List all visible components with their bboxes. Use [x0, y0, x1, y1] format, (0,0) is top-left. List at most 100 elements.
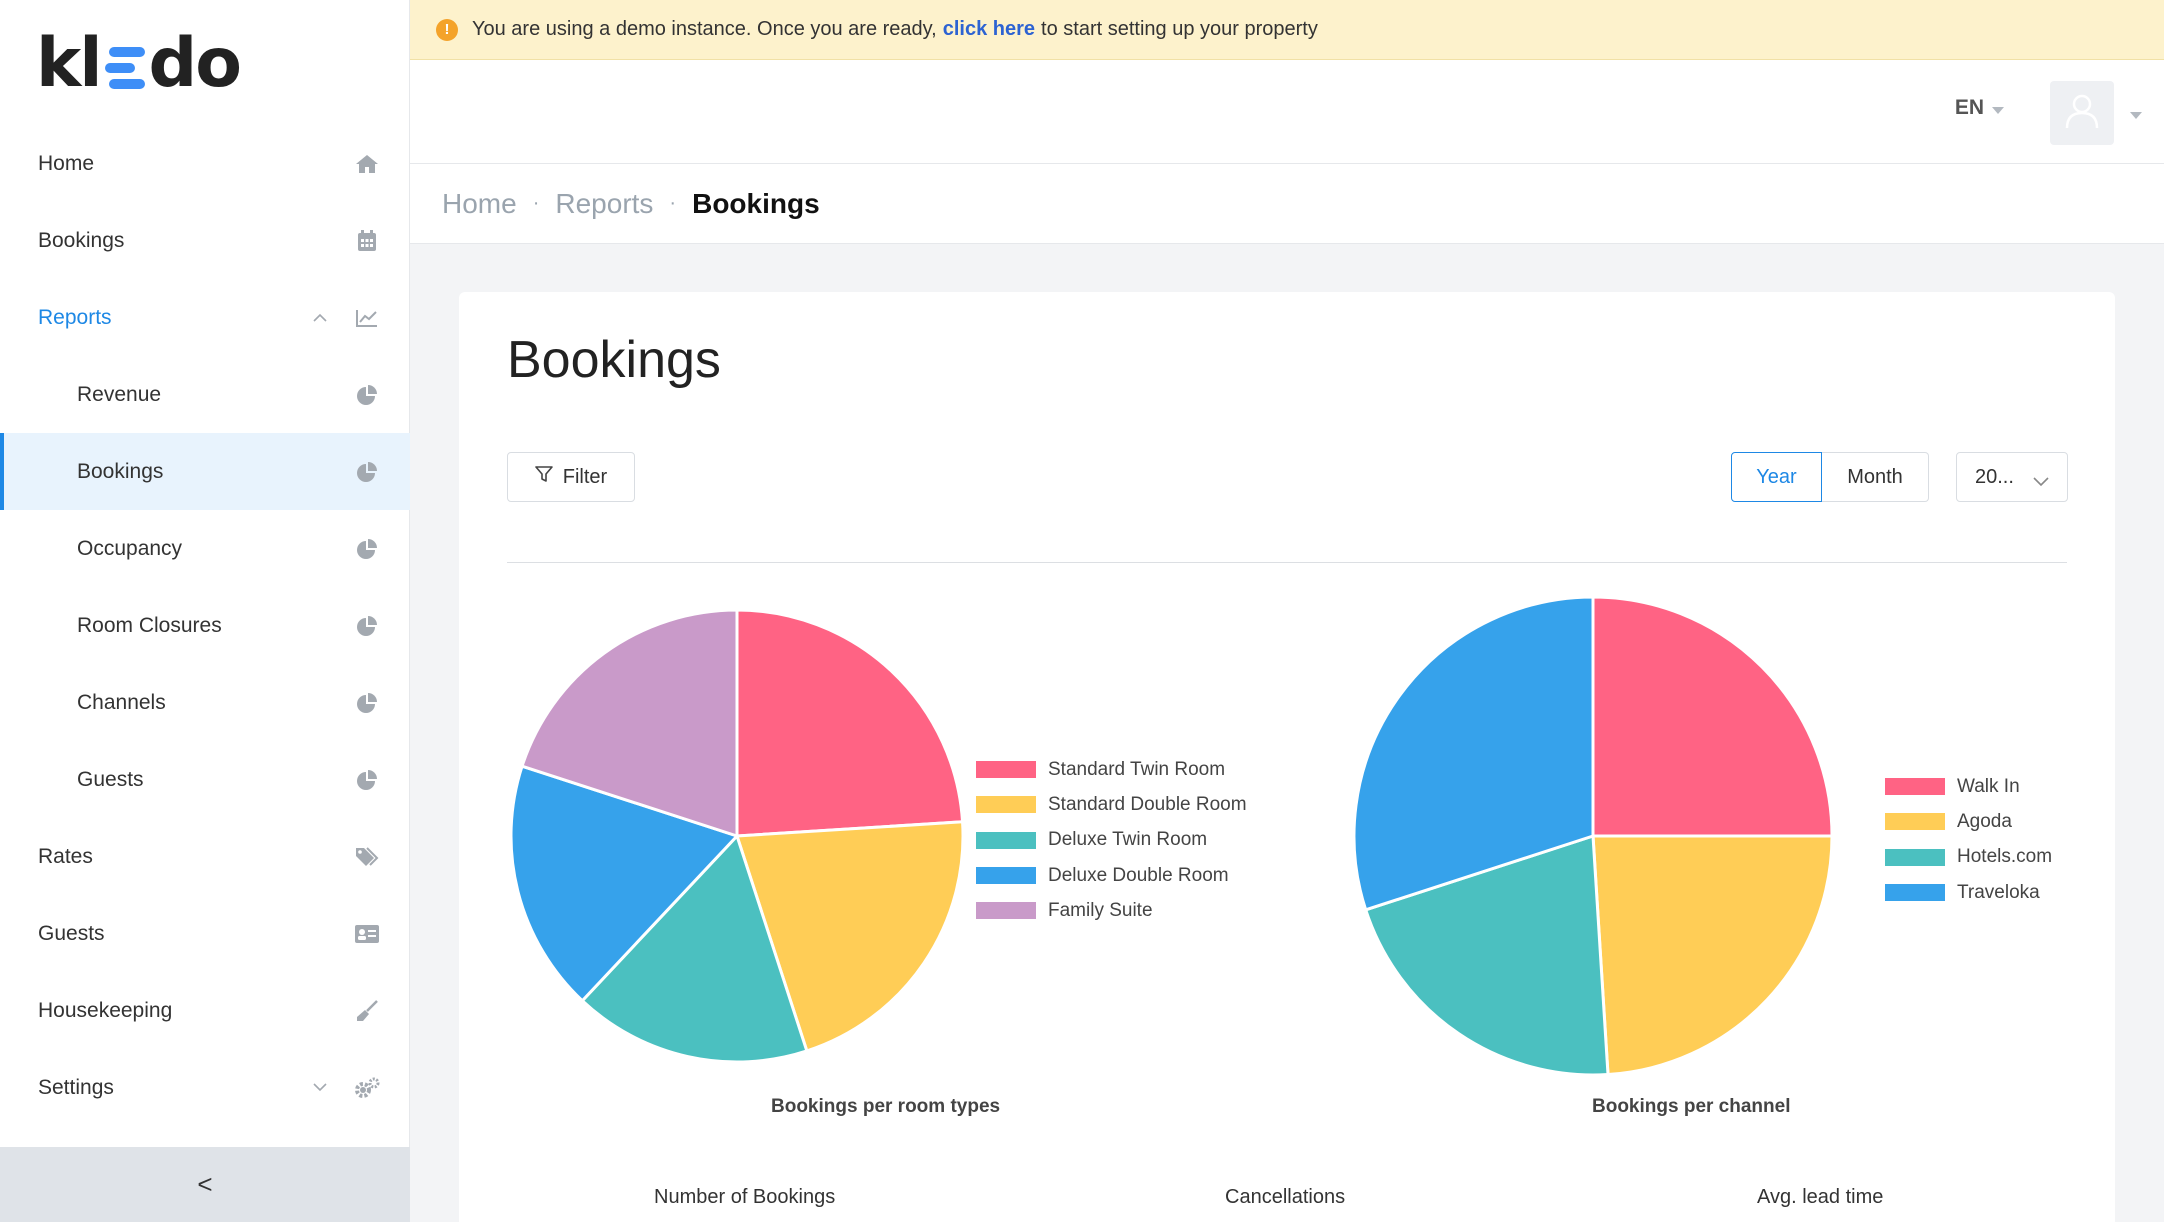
legend-swatch	[976, 796, 1036, 814]
legend-label: Walk In	[1957, 775, 2020, 797]
sidebar-item-label: Guests	[77, 767, 144, 791]
pie-slice-standard-twin-room[interactable]	[735, 608, 965, 838]
legend-label: Standard Double Room	[1048, 793, 1247, 815]
cancellations-label: Cancellations	[1225, 1186, 1346, 1208]
legend-item[interactable]: Walk In	[1885, 769, 2052, 804]
legend-item[interactable]: Deluxe Double Room	[976, 858, 1247, 893]
sidebar-item-channels[interactable]: Channels	[0, 664, 410, 741]
legend-item[interactable]: Traveloka	[1885, 875, 2052, 910]
legend-swatch	[1885, 884, 1945, 902]
kledo-logo[interactable]: kl do	[36, 24, 242, 103]
sidebar-item-label: Home	[38, 151, 95, 175]
sidebar-item-label: Reports	[38, 305, 112, 329]
year-select-value: 20...	[1975, 465, 2014, 488]
chevron-left-icon: <	[197, 1169, 213, 1199]
year-select[interactable]: 20...	[1956, 452, 2068, 502]
caret-down-icon[interactable]	[2130, 106, 2142, 124]
user-icon	[2065, 93, 2099, 134]
pie-chart-icon	[354, 459, 380, 485]
sidebar-item-guests-report[interactable]: Guests	[0, 741, 410, 818]
legend-swatch	[976, 761, 1036, 779]
filter-label: Filter	[562, 465, 608, 488]
legend-item[interactable]: Hotels.com	[1885, 840, 2052, 875]
sidebar-item-occupancy[interactable]: Occupancy	[0, 510, 410, 587]
caret-down-icon	[1992, 96, 2004, 120]
breadcrumb-home[interactable]: Home	[442, 188, 517, 220]
period-year-button[interactable]: Year	[1731, 452, 1822, 502]
broom-icon	[354, 998, 380, 1024]
sidebar-item-label: Occupancy	[77, 536, 183, 560]
user-avatar[interactable]	[2050, 81, 2114, 145]
period-month-button[interactable]: Month	[1822, 452, 1929, 502]
legend-label: Hotels.com	[1957, 846, 2053, 868]
sidebar-item-label: Revenue	[77, 382, 162, 406]
warning-icon: !	[436, 18, 458, 41]
sidebar-item-label: Channels	[77, 690, 166, 714]
legend-label: Agoda	[1957, 810, 2012, 832]
legend-swatch	[1885, 778, 1945, 796]
pie-chart-icon	[354, 382, 380, 408]
breadcrumb-reports[interactable]: Reports	[555, 188, 653, 220]
banner-text-before: You are using a demo instance. Once you …	[472, 18, 937, 40]
pie-slice-walk-in[interactable]	[1591, 595, 1834, 838]
legend-item[interactable]: Standard Double Room	[976, 787, 1247, 822]
room-types-chart-title: Bookings per room types	[771, 1096, 1001, 1117]
sidebar-collapse-button[interactable]: <	[0, 1147, 410, 1222]
pie-chart-icon	[354, 690, 380, 716]
sidebar-item-label: Housekeeping	[38, 998, 173, 1022]
channel-chart-title: Bookings per channel	[1592, 1096, 1791, 1117]
language-label: EN	[1954, 96, 1984, 119]
chevron-down-icon	[2033, 470, 2049, 493]
legend-swatch	[976, 902, 1036, 920]
legend-swatch	[1885, 848, 1945, 866]
legend-item[interactable]: Family Suite	[976, 893, 1247, 928]
sidebar-item-guests[interactable]: Guests	[0, 895, 410, 972]
sidebar-item-room-closures[interactable]: Room Closures	[0, 587, 410, 664]
filter-button[interactable]: Filter	[507, 452, 635, 502]
legend-label: Deluxe Twin Room	[1048, 829, 1208, 851]
legend-swatch	[1885, 813, 1945, 831]
pie-chart-icon	[354, 613, 380, 639]
sidebar-item-settings[interactable]: Settings	[0, 1049, 410, 1126]
breadcrumb-separator: ·	[532, 192, 540, 214]
sidebar-item-rates[interactable]: Rates	[0, 818, 410, 895]
sidebar-item-label: Rates	[38, 844, 93, 868]
report-card: Bookings Filter Year Month 20... Standar…	[459, 292, 2115, 1222]
sidebar-item-revenue[interactable]: Revenue	[0, 356, 410, 433]
pie-slice-agoda[interactable]	[1591, 834, 1834, 1077]
sidebar-item-bookings-report[interactable]: Bookings	[0, 433, 410, 510]
sidebar-item-reports[interactable]: Reports	[0, 279, 410, 356]
sidebar-item-home[interactable]: Home	[0, 125, 410, 202]
sidebar-item-label: Guests	[38, 921, 105, 945]
legend-item[interactable]: Standard Twin Room	[976, 752, 1247, 787]
legend-item[interactable]: Deluxe Twin Room	[976, 823, 1247, 858]
legend-item[interactable]: Agoda	[1885, 804, 2052, 839]
id-card-icon	[354, 921, 380, 947]
breadcrumb-separator: ·	[669, 192, 677, 214]
line-chart-icon	[354, 305, 380, 331]
pie-chart-icon	[354, 536, 380, 562]
calendar-icon	[354, 228, 380, 254]
sidebar-item-label: Settings	[38, 1075, 114, 1099]
language-selector[interactable]: EN	[1955, 96, 2004, 120]
number-of-bookings-label: Number of Bookings	[654, 1186, 836, 1208]
sidebar-item-bookings[interactable]: Bookings	[0, 202, 410, 279]
legend-label: Standard Twin Room	[1048, 758, 1226, 780]
legend-label: Family Suite	[1048, 899, 1153, 921]
room-types-legend: Standard Twin Room Standard Double Room De…	[976, 752, 1247, 928]
legend-swatch	[976, 867, 1036, 885]
avg-lead-time-label: Avg. lead time	[1757, 1186, 1884, 1208]
chevron-up-icon	[312, 310, 328, 326]
filter-icon	[534, 465, 553, 489]
period-toggle: Year Month	[1731, 452, 1929, 502]
breadcrumb-current: Bookings	[692, 187, 820, 219]
setup-link[interactable]: click here	[943, 18, 1035, 41]
chevron-down-icon	[312, 1080, 328, 1096]
tags-icon	[354, 844, 380, 870]
top-header: EN	[410, 60, 2164, 164]
sidebar-item-housekeeping[interactable]: Housekeeping	[0, 972, 410, 1049]
sidebar-item-label: Bookings	[38, 228, 125, 252]
demo-banner: ! You are using a demo instance. Once yo…	[410, 0, 2164, 60]
page-title: Bookings	[507, 331, 721, 389]
sidebar-nav: Home Bookings Reports Revenue Bookings O…	[0, 125, 410, 1126]
